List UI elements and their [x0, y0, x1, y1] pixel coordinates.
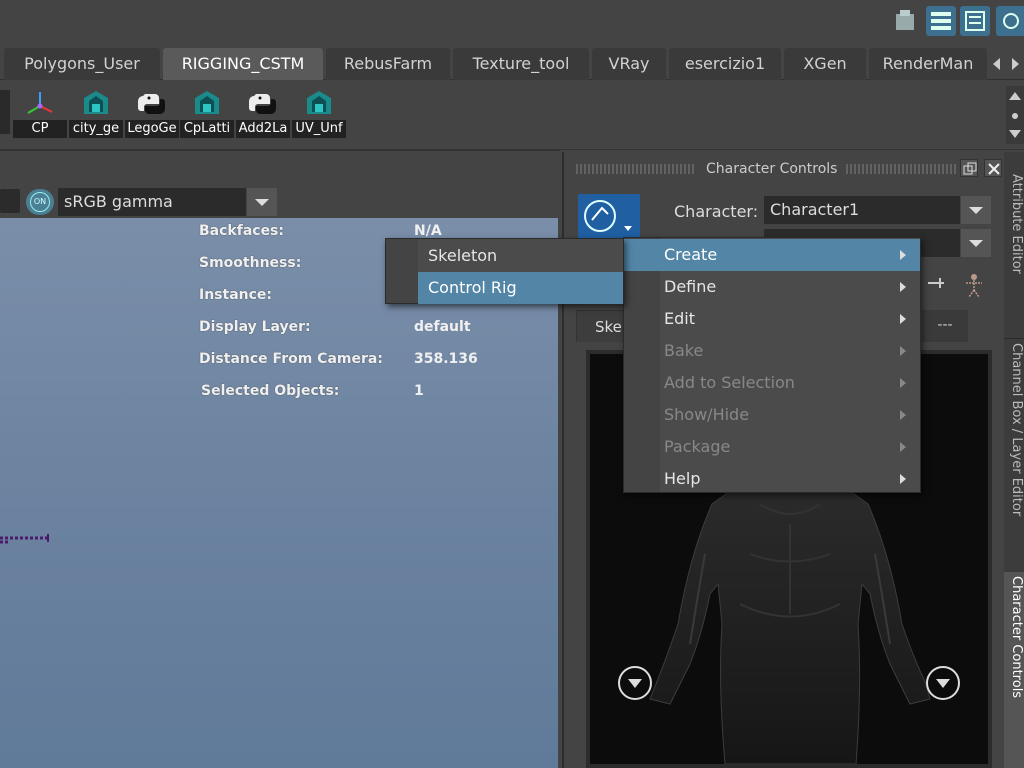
- menu-item-control-rig[interactable]: Control Rig: [418, 272, 623, 304]
- scroll-tabs-left-icon[interactable]: [990, 56, 1004, 70]
- tab-skeleton[interactable]: Ske: [576, 310, 626, 342]
- tool-settings-toggle-icon[interactable]: [996, 6, 1024, 36]
- create-submenu: Skeleton Control Rig: [385, 238, 624, 304]
- hud-label-distance: Distance From Camera:: [199, 351, 383, 367]
- submenu-arrow-icon: [900, 410, 906, 420]
- submenu-arrow-icon: [900, 346, 906, 356]
- right-hand-expand-icon[interactable]: [926, 666, 960, 700]
- mel-tower-icon: [195, 91, 219, 114]
- shelf-tab-xgen[interactable]: XGen: [784, 48, 866, 80]
- shelf-partial-button[interactable]: [0, 90, 10, 134]
- mel-tower-icon: [84, 91, 108, 114]
- menu-item-package: Package: [624, 431, 920, 463]
- mel-tower-icon: [307, 91, 331, 114]
- shelf-scrollbar[interactable]: [1006, 86, 1024, 144]
- float-panel-icon[interactable]: [960, 159, 978, 177]
- menu-item-add-to-selection: Add to Selection: [624, 367, 920, 399]
- shelf-tab-vray[interactable]: VRay: [592, 48, 666, 80]
- shelf-tab-polygons-user[interactable]: Polygons_User: [4, 48, 160, 80]
- shelf-button-label: UV_Unf: [292, 120, 346, 138]
- submenu-arrow-icon: [900, 378, 906, 388]
- close-icon[interactable]: [984, 159, 1002, 177]
- menu-item-edit[interactable]: Edit: [624, 303, 920, 335]
- chevron-down-icon[interactable]: [961, 229, 991, 257]
- shelf-tab-bar: Polygons_User RIGGING_CSTM RebusFarm Tex…: [0, 42, 1024, 80]
- left-hand-expand-icon[interactable]: [618, 666, 652, 700]
- menu-item-skeleton[interactable]: Skeleton: [418, 240, 623, 272]
- shelf-tab-rebusfarm[interactable]: RebusFarm: [326, 48, 450, 80]
- shelf-button-label: CpLatti: [180, 120, 234, 138]
- submenu-arrow-icon: [900, 250, 906, 260]
- hud-label-smoothness: Smoothness:: [199, 255, 302, 271]
- panel-drag-handle[interactable]: [846, 164, 956, 174]
- shelf-tab-rigging-cstm[interactable]: RIGGING_CSTM: [163, 48, 323, 80]
- viewport-toolbar: ON sRGB gamma: [0, 150, 560, 218]
- on-badge: ON: [30, 192, 50, 212]
- shelf-tab-renderman[interactable]: RenderMan: [869, 48, 987, 80]
- shelf-button-label: CP: [13, 120, 67, 138]
- shelf-button-label: city_ge: [69, 120, 123, 138]
- channel-box-toggle-icon[interactable]: [926, 6, 956, 36]
- panel-title: Character Controls: [706, 161, 838, 177]
- shelf-button-legoge[interactable]: LegoGe: [125, 86, 179, 142]
- view-transform-select[interactable]: sRGB gamma: [58, 188, 246, 216]
- scroll-tabs-right-icon[interactable]: [1008, 56, 1022, 70]
- key-icon[interactable]: [926, 272, 948, 294]
- exposure-field[interactable]: [0, 189, 20, 213]
- status-line: [0, 0, 1024, 42]
- side-tab-strip: Attribute Editor Channel Box / Layer Edi…: [1004, 152, 1024, 768]
- character-select[interactable]: Character1: [764, 196, 960, 224]
- color-management-toggle[interactable]: ON: [26, 189, 54, 215]
- submenu-arrow-icon: [900, 314, 906, 324]
- hud-label-backfaces: Backfaces:: [199, 223, 284, 239]
- tab-more[interactable]: ---: [922, 310, 968, 342]
- humanik-menu: Create Define Edit Bake Add to Selection…: [623, 237, 921, 493]
- shelf-button-label: LegoGe: [125, 120, 179, 138]
- shelf-tab-texture-tool[interactable]: Texture_tool: [453, 48, 589, 80]
- shelf-button-cplatti[interactable]: CpLatti: [180, 86, 234, 142]
- selected-object-outline[interactable]: [0, 532, 60, 552]
- hud-value-selected: 1: [414, 383, 424, 399]
- python-icon: [249, 94, 276, 114]
- chevron-down-icon[interactable]: [961, 196, 991, 224]
- panel-drag-handle[interactable]: [576, 164, 696, 174]
- hud-value-distance: 358.136: [414, 351, 478, 367]
- python-icon: [138, 94, 165, 114]
- menu-item-define[interactable]: Define: [624, 271, 920, 303]
- human-ik-menu-icon[interactable]: [578, 194, 640, 240]
- shelf-tab-esercizio1[interactable]: esercizio1: [669, 48, 781, 80]
- shelf-button-uv-unf[interactable]: UV_Unf: [292, 86, 346, 142]
- submenu-arrow-icon: [900, 282, 906, 292]
- side-tab-character-controls[interactable]: Character Controls: [1004, 572, 1024, 768]
- hud-value-backfaces: N/A: [414, 223, 442, 239]
- menu-item-create[interactable]: Create: [624, 239, 920, 271]
- hud-label-display-layer: Display Layer:: [199, 319, 311, 335]
- shelf-button-label: Add2La: [236, 120, 290, 138]
- hud-value-display-layer: default: [414, 319, 471, 335]
- shelf-button-add2la[interactable]: Add2La: [236, 86, 290, 142]
- side-tab-channel-box[interactable]: Channel Box / Layer Editor: [1004, 338, 1024, 568]
- hud-label-instance: Instance:: [199, 287, 273, 303]
- toolkit-icon[interactable]: [890, 6, 920, 36]
- character-label: Character:: [674, 202, 759, 221]
- figure-icon[interactable]: [962, 272, 986, 298]
- menu-item-bake: Bake: [624, 335, 920, 367]
- axis-icon: [27, 92, 53, 114]
- shelf: CP city_ge LegoGe CpLatti Add2La UV_Unf: [0, 80, 1024, 150]
- shelf-button-cp[interactable]: CP: [13, 86, 67, 142]
- menu-item-help[interactable]: Help: [624, 463, 920, 495]
- shelf-button-city-ge[interactable]: city_ge: [69, 86, 123, 142]
- side-tab-attribute-editor[interactable]: Attribute Editor: [1004, 170, 1024, 340]
- menu-item-show-hide: Show/Hide: [624, 399, 920, 431]
- hud-label-selected: Selected Objects:: [201, 383, 340, 399]
- attribute-editor-toggle-icon[interactable]: [960, 6, 990, 36]
- submenu-arrow-icon: [900, 474, 906, 484]
- chevron-down-icon[interactable]: [247, 188, 277, 216]
- submenu-arrow-icon: [900, 442, 906, 452]
